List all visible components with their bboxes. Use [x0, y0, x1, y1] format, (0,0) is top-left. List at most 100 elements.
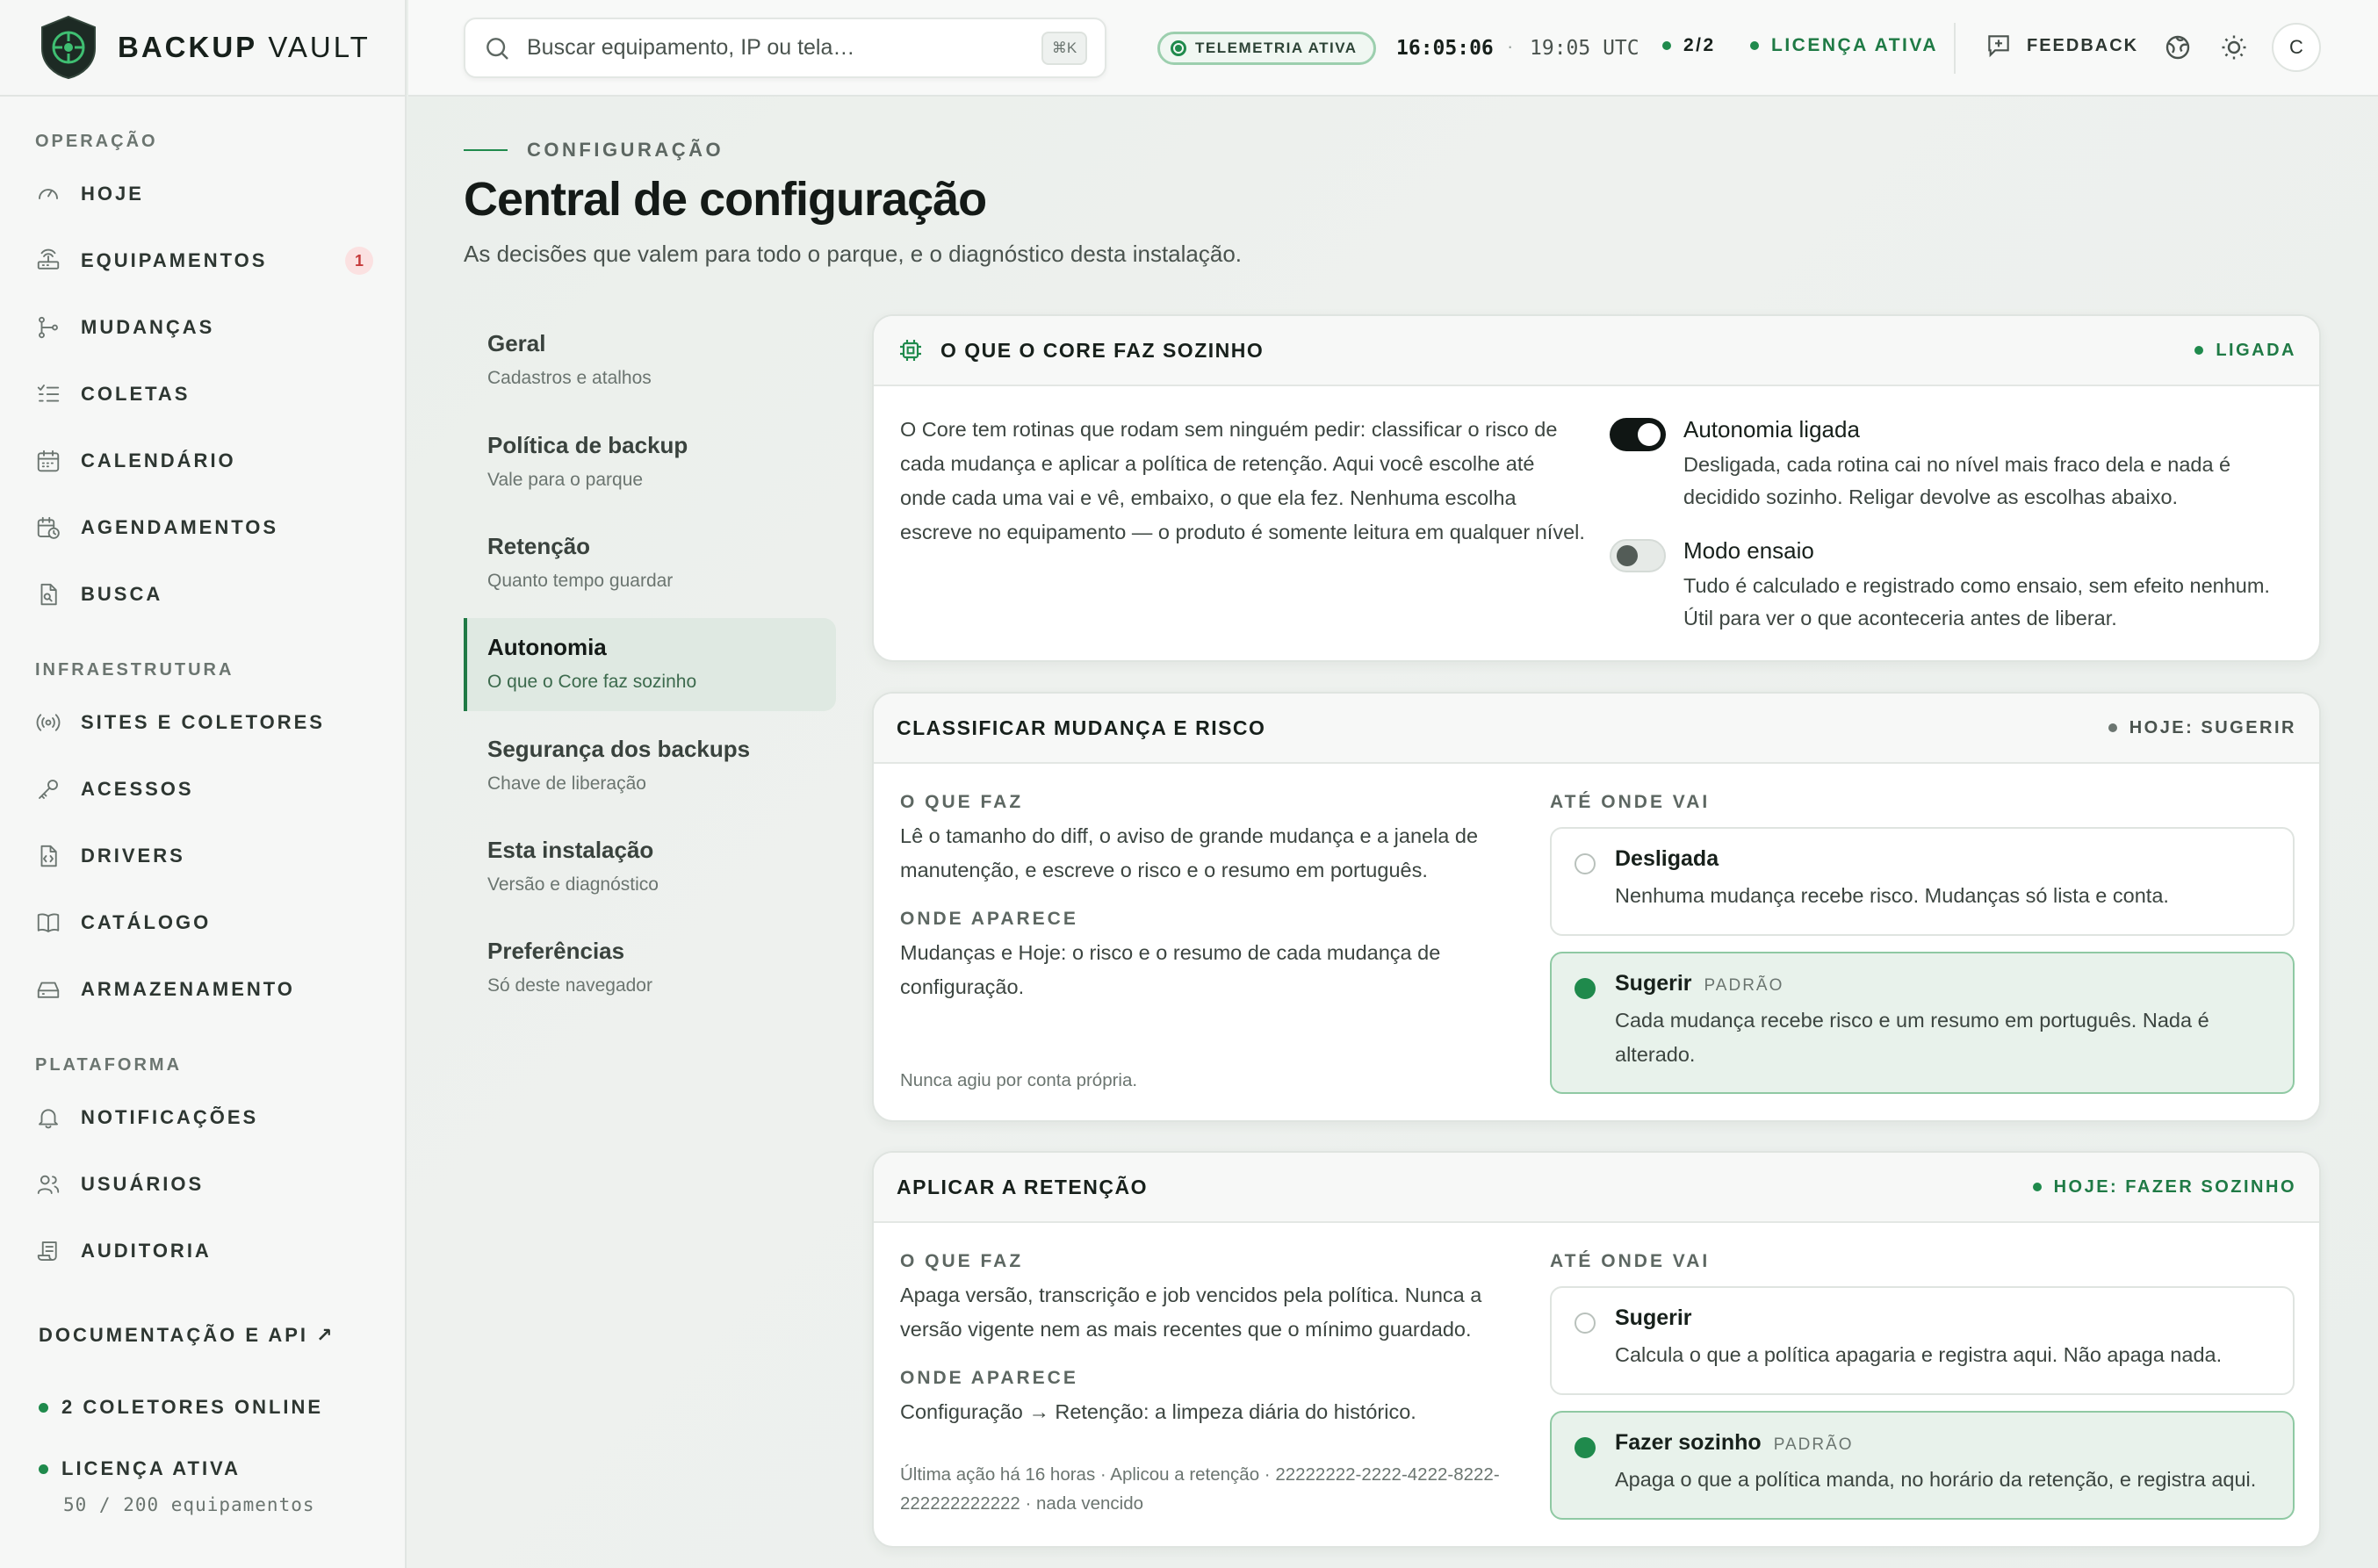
card-header: O QUE O CORE FAZ SOZINHO LIGADA	[874, 316, 2319, 386]
option-title: Fazer sozinho PADRÃO	[1615, 1430, 1854, 1455]
autonomy-description: O Core tem rotinas que rodam sem ninguém…	[900, 418, 1585, 543]
license-status: LICENÇA ATIVA	[39, 1457, 241, 1480]
sidebar: BACKUP VAULT OPERAÇÃO INFRAESTRUTURA PLA…	[0, 0, 407, 1568]
avatar[interactable]: C	[2272, 23, 2321, 72]
last-action-meta: Nunca agiu por conta própria.	[900, 1070, 1138, 1090]
classify-status-badge: HOJE: SUGERIR	[2108, 718, 2296, 738]
telemetry-status-pill[interactable]: TELEMETRIA ATIVA	[1157, 32, 1376, 65]
key-icon	[35, 776, 61, 802]
card-header: APLICAR A RETENÇÃO HOJE: FAZER SOZINHO	[874, 1153, 2319, 1223]
sidebar-item-label: ACESSOS	[81, 778, 194, 800]
settings-tab-esta-instalacao[interactable]: Esta instalação Versão e diagnóstico	[464, 821, 836, 914]
card-title: APLICAR A RETENÇÃO	[897, 1175, 1148, 1198]
docs-api-link[interactable]: DOCUMENTAÇÃO E API ↗	[39, 1324, 335, 1347]
page-eyebrow: CONFIGURAÇÃO	[464, 139, 724, 162]
brand[interactable]: BACKUP VAULT	[0, 0, 405, 97]
sidebar-item-drivers[interactable]: DRIVERS	[35, 834, 373, 878]
option-title: Sugerir PADRÃO	[1615, 971, 1784, 996]
option-sugerir[interactable]: Sugerir Calcula o que a política apagari…	[1550, 1286, 2295, 1395]
autonomy-status-badge: LIGADA	[2194, 341, 2296, 361]
sidebar-item-coletas[interactable]: COLETAS	[35, 372, 373, 416]
dry-run-toggle[interactable]	[1610, 539, 1666, 572]
settings-tab-subtitle: Cadastros e atalhos	[487, 368, 652, 388]
sidebar-item-agendamentos[interactable]: AGENDAMENTOS	[35, 506, 373, 550]
globe-icon	[2165, 35, 2190, 60]
where-label: ONDE APARECE	[900, 909, 1078, 929]
file-search-icon	[35, 581, 61, 608]
settings-tab-title: Segurança dos backups	[487, 736, 751, 762]
topbar: ⌘K TELEMETRIA ATIVA 16:05:06 · 19:05 UTC…	[408, 0, 2378, 97]
autonomy-card: O QUE O CORE FAZ SOZINHO LIGADA O Core t…	[872, 314, 2321, 662]
sidebar-item-calendario[interactable]: CALENDÁRIO	[35, 439, 373, 483]
sidebar-item-armazenamento[interactable]: ARMAZENAMENTO	[35, 967, 373, 1011]
radio-selected-icon	[1575, 978, 1596, 999]
count-badge: 1	[345, 247, 373, 275]
online-dot-icon	[39, 1402, 48, 1413]
theme-toggle-button[interactable]	[2218, 32, 2250, 63]
git-branch-icon	[35, 314, 61, 341]
router-icon	[35, 248, 61, 274]
settings-tab-seguranca-dos-backups[interactable]: Segurança dos backups Chave de liberação	[464, 720, 836, 813]
what-text: Apaga versão, transcrição e job vencidos…	[900, 1284, 1482, 1341]
settings-tab-politica-de-backup[interactable]: Política de backup Vale para o parque	[464, 416, 836, 509]
sidebar-item-usuarios[interactable]: USUÁRIOS	[35, 1162, 373, 1206]
card-header: CLASSIFICAR MUDANÇA E RISCO HOJE: SUGERI…	[874, 694, 2319, 764]
global-search[interactable]: ⌘K	[464, 18, 1106, 78]
settings-tab-geral[interactable]: Geral Cadastros e atalhos	[464, 314, 836, 407]
sidebar-item-auditoria[interactable]: AUDITORIA	[35, 1229, 373, 1273]
message-plus-icon	[1988, 35, 2009, 58]
settings-tab-subtitle: Vale para o parque	[487, 470, 644, 490]
sidebar-item-busca[interactable]: BUSCA	[35, 572, 373, 616]
status-dot-icon	[2194, 346, 2204, 355]
collectors-count[interactable]: 2/2	[1662, 35, 1716, 56]
where-text: Mudanças e Hoje: o risco e o resumo de c…	[900, 941, 1441, 998]
section-label-plataforma: PLATAFORMA	[35, 1055, 183, 1075]
sidebar-item-acessos[interactable]: ACESSOS	[35, 767, 373, 811]
globe-button[interactable]	[2162, 32, 2194, 63]
license-dot-icon	[1750, 41, 1759, 50]
what-label: O QUE FAZ	[900, 792, 1024, 812]
option-title: Desligada	[1615, 846, 1719, 871]
option-desc: Apaga o que a política manda, no horário…	[1615, 1468, 2257, 1491]
settings-tab-preferencias[interactable]: Preferências Só deste navegador	[464, 922, 836, 1015]
settings-tab-title: Política de backup	[487, 432, 688, 458]
sidebar-item-label: EQUIPAMENTOS	[81, 249, 268, 271]
users-icon	[35, 1171, 61, 1198]
license-usage: 50 / 200 equipamentos	[63, 1494, 315, 1515]
settings-tab-subtitle: Versão e diagnóstico	[487, 874, 659, 895]
bell-icon	[35, 1104, 61, 1131]
file-code-icon	[35, 843, 61, 869]
settings-tab-title: Retenção	[487, 533, 591, 559]
radio-selected-icon	[1575, 1437, 1596, 1458]
option-desligada[interactable]: Desligada Nenhuma mudança recebe risco. …	[1550, 827, 2295, 936]
sidebar-item-sites-e-coletores[interactable]: SITES E COLETORES	[35, 701, 373, 744]
retention-status-badge: HOJE: FAZER SOZINHO	[2032, 1177, 2296, 1198]
feedback-button[interactable]: FEEDBACK	[1985, 32, 2138, 60]
sidebar-item-label: AUDITORIA	[81, 1240, 212, 1262]
autonomy-toggle[interactable]	[1610, 418, 1666, 451]
sidebar-item-label: NOTIFICAÇÕES	[81, 1106, 259, 1128]
search-input[interactable]	[527, 35, 1041, 61]
dry-run-toggle-title: Modo ensaio	[1683, 537, 1814, 564]
option-desc: Cada mudança recebe risco e um resumo em…	[1615, 1009, 2209, 1066]
sidebar-item-label: CATÁLOGO	[81, 911, 212, 933]
sidebar-item-notificacoes[interactable]: NOTIFICAÇÕES	[35, 1096, 373, 1140]
sidebar-item-label: DRIVERS	[81, 845, 185, 867]
settings-tab-autonomia[interactable]: Autonomia O que o Core faz sozinho	[464, 618, 836, 711]
option-title: Sugerir	[1615, 1305, 1692, 1330]
option-fazer-sozinho[interactable]: Fazer sozinho PADRÃO Apaga o que a políti…	[1550, 1411, 2295, 1520]
settings-tab-retencao[interactable]: Retenção Quanto tempo guardar	[464, 517, 836, 610]
search-icon	[486, 37, 508, 60]
book-icon	[35, 910, 61, 936]
topbar-divider	[1954, 23, 1956, 74]
status-dot-icon	[2032, 1183, 2042, 1191]
option-sugerir[interactable]: Sugerir PADRÃO Cada mudança recebe risco …	[1550, 952, 2295, 1094]
sidebar-item-hoje[interactable]: HOJE	[35, 172, 373, 216]
settings-tab-title: Geral	[487, 330, 546, 356]
license-indicator[interactable]: LICENÇA ATIVA	[1750, 35, 1938, 56]
sidebar-item-catalogo[interactable]: CATÁLOGO	[35, 901, 373, 945]
sidebar-item-mudancas[interactable]: MUDANÇAS	[35, 306, 373, 349]
sun-icon	[2222, 35, 2246, 60]
sidebar-item-equipamentos[interactable]: EQUIPAMENTOS 1	[35, 239, 373, 283]
classify-risk-card: CLASSIFICAR MUDANÇA E RISCO HOJE: SUGERI…	[872, 692, 2321, 1122]
